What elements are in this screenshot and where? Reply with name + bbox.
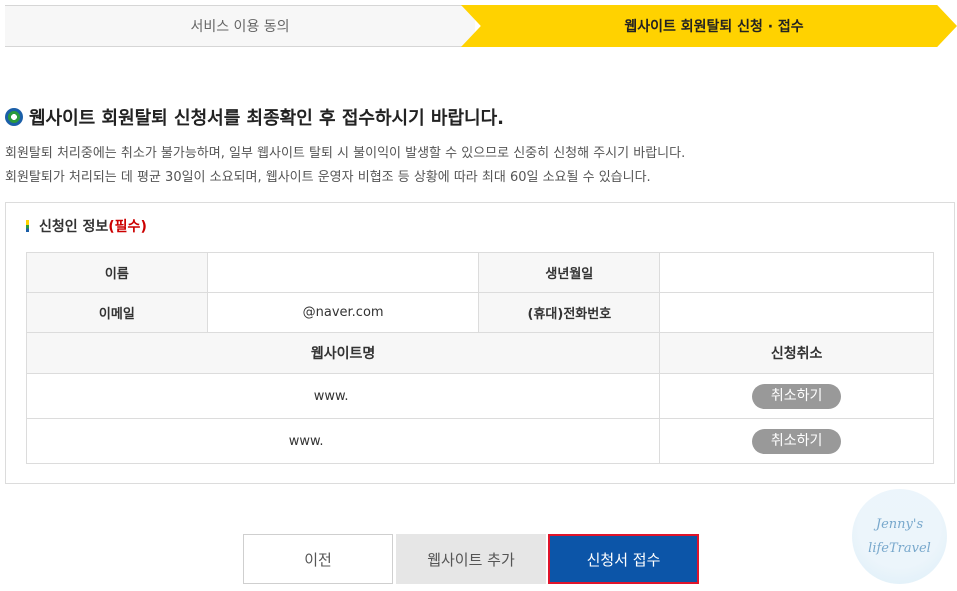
watermark-line-1: Jenny's [875,516,924,532]
cancel-button[interactable]: 취소하기 [752,428,842,454]
page-title-text: 웹사이트 회원탈퇴 신청서를 최종확인 후 접수하시기 바랍니다. [29,108,504,129]
watermark-logo: Jenny's lifeTravel [852,489,947,584]
table-row: 이름 생년월일 [26,252,934,293]
cancel-button[interactable]: 취소하기 [752,383,842,409]
applicant-section-title: 신청인 정보 (필수) [26,216,147,236]
step1-label: 서비스 이용 동의 [190,19,290,35]
name-label: 이름 [26,252,208,293]
name-value [206,252,480,293]
birth-label: 생년월일 [478,252,661,293]
table-row: 이메일 @naver.com (휴대)전화번호 [26,292,934,333]
site-name: www. [25,418,661,464]
cancel-cell: 취소하기 [659,418,934,464]
birth-value [659,252,934,293]
submit-application-button[interactable]: 신청서 접수 [548,534,699,584]
phone-value [659,292,934,333]
applicant-title-text: 신청인 정보 [39,219,109,235]
table-row: www. 취소하기 [25,418,934,464]
col-header-cancel: 신청취소 [659,332,934,374]
cancel-cell: 취소하기 [659,373,934,419]
step-withdrawal-apply: 웹사이트 회원탈퇴 신청 · 접수 [461,5,957,47]
table-row: www. 취소하기 [25,373,934,419]
step2-label: 웹사이트 회원탈퇴 신청 · 접수 [624,19,804,35]
site-name: www. [25,373,661,419]
bullet-ring-icon [5,108,23,126]
required-badge: (필수) [108,219,147,235]
email-value: @naver.com [206,292,480,333]
watermark-line-2: lifeTravel [868,540,931,556]
email-label: 이메일 [26,292,208,333]
sites-header-row: 웹사이트명 신청취소 [25,332,934,374]
site-name-text: www. [313,388,349,404]
phone-label: (휴대)전화번호 [478,292,661,333]
applicant-info-box: 신청인 정보 (필수) 이름 생년월일 이메일 @naver.com (휴대)전… [5,202,955,484]
step-service-agreement: 서비스 이용 동의 [5,5,475,47]
progress-steps: 서비스 이용 동의 웹사이트 회원탈퇴 신청 · 접수 [5,5,957,47]
applicant-table: 이름 생년월일 이메일 @naver.com (휴대)전화번호 웹사이트명 신청… [25,252,934,464]
page-title: 웹사이트 회원탈퇴 신청서를 최종확인 후 접수하시기 바랍니다. [5,104,504,130]
notice-line-2: 회원탈퇴가 처리되는 데 평균 30일이 소요되며, 웹사이트 운영자 비협조 … [5,170,651,185]
prev-button[interactable]: 이전 [243,534,393,584]
col-header-site: 웹사이트명 [25,332,661,374]
section-bar-icon [26,220,29,232]
site-name-text: www. [288,433,324,449]
add-website-button[interactable]: 웹사이트 추가 [396,534,546,584]
notice-line-1: 회원탈퇴 처리중에는 취소가 불가능하며, 일부 웹사이트 탈퇴 시 불이익이 … [5,146,686,161]
